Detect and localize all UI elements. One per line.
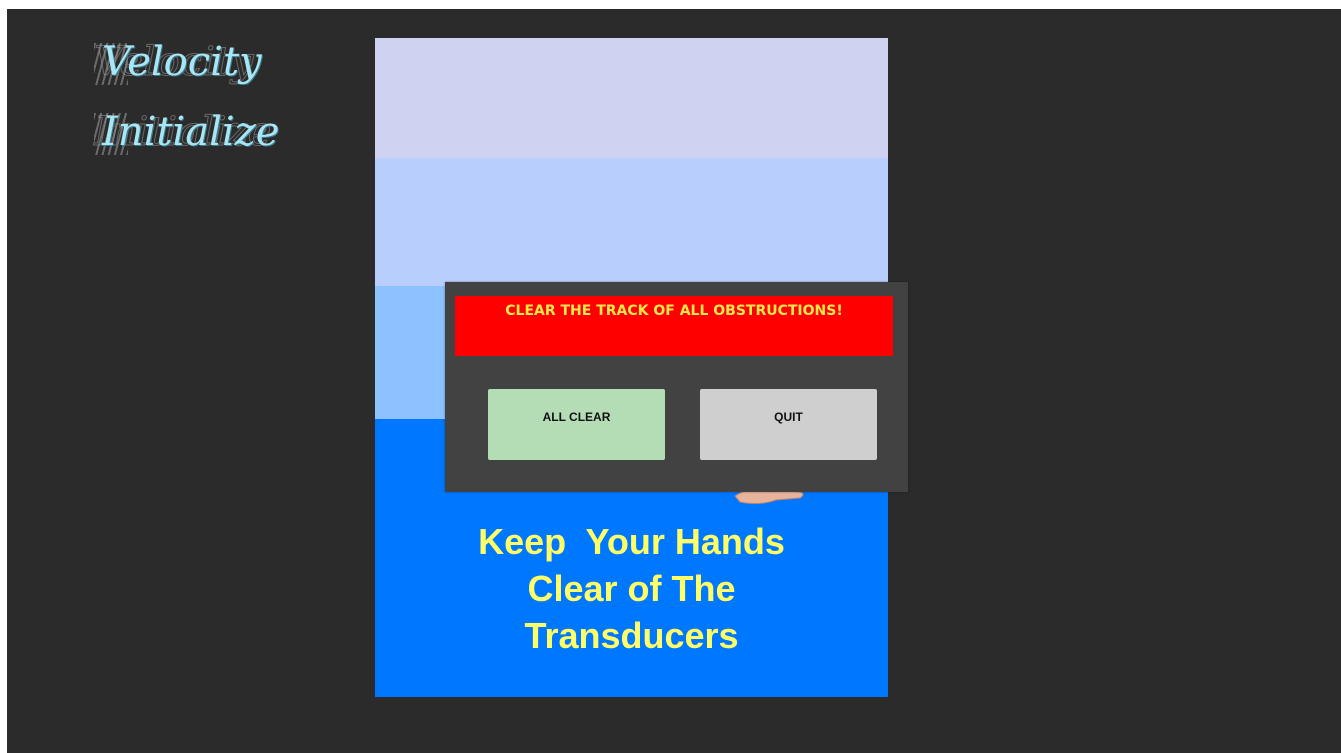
poster-line-1: Keep Your Hands	[478, 521, 785, 562]
poster-band-2	[375, 158, 888, 286]
quit-button[interactable]: QUIT	[700, 389, 877, 460]
logo-line-1-text: Velocity	[102, 39, 262, 85]
warning-banner: CLEAR THE TRACK OF ALL OBSTRUCTIONS!	[455, 296, 893, 356]
poster-line-3: Transducers	[524, 615, 739, 656]
all-clear-button[interactable]: ALL CLEAR	[488, 389, 665, 460]
poster-line-2: Clear of The	[527, 568, 736, 609]
velocity-initialize-logo: Velocity Velocity Initialize Initialize	[93, 39, 332, 179]
app-window: Velocity Velocity Initialize Initialize …	[7, 9, 1341, 753]
obstruction-dialog: CLEAR THE TRACK OF ALL OBSTRUCTIONS! ALL…	[445, 282, 908, 492]
logo-line-2-text: Initialize	[102, 109, 280, 155]
poster-band-1	[375, 38, 888, 158]
logo-line-1: Velocity Velocity	[94, 39, 262, 86]
poster-warning-text: Keep Your Hands Clear of The Transducers	[375, 518, 888, 659]
logo-line-2: Initialize Initialize	[93, 109, 280, 156]
